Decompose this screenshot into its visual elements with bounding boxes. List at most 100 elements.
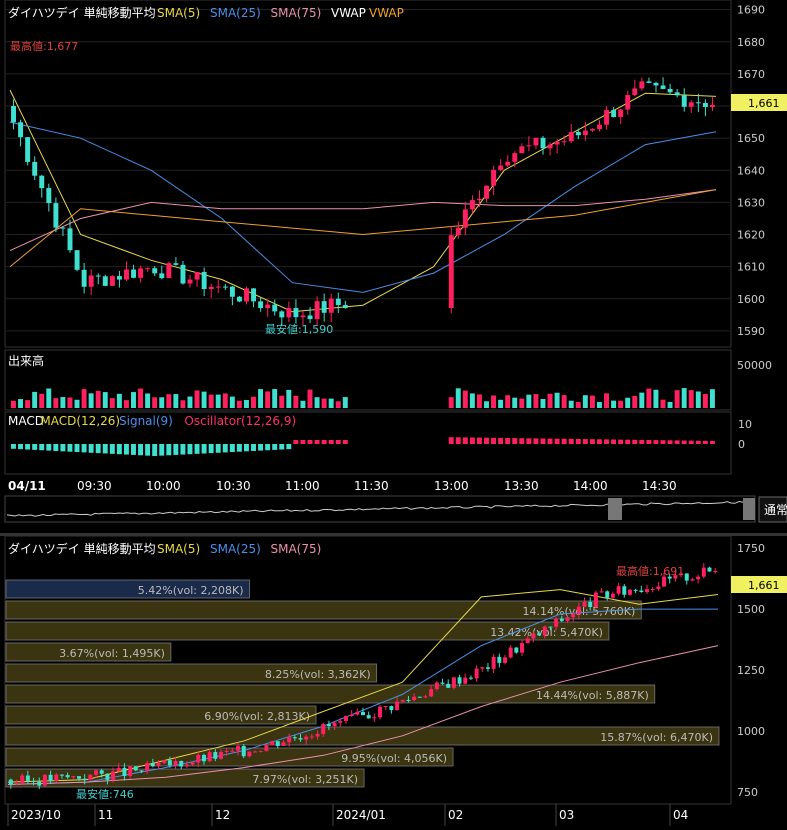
macd-oscillator-bar <box>469 437 475 444</box>
macd-oscillator-bar <box>95 444 101 454</box>
price-tick: 1620 <box>737 229 765 242</box>
macd-oscillator-bar <box>208 444 214 454</box>
volume-bar <box>455 388 461 408</box>
volume-bar <box>335 401 341 408</box>
macd-oscillator-bar <box>568 438 574 444</box>
daily-candle-body <box>417 696 422 698</box>
volume-bar <box>81 389 87 408</box>
navigator-handle-left[interactable] <box>608 498 622 520</box>
daily-candle-body <box>423 696 428 698</box>
volume-bar <box>32 391 38 408</box>
daily-candle-body <box>173 760 178 766</box>
daily-candle-body <box>150 763 155 767</box>
macd-oscillator-bar <box>145 444 151 456</box>
macd-legend-entry: Signal(9) <box>119 414 173 428</box>
volume-bar <box>484 401 489 408</box>
macd-oscillator-bar <box>286 444 292 450</box>
daily-candle-body <box>627 589 632 595</box>
macd-oscillator-bar <box>251 444 256 451</box>
daily-candle-body <box>196 754 201 763</box>
daily-candle-body <box>571 614 576 618</box>
volume-bar <box>667 401 673 408</box>
month-tick: 12 <box>215 808 230 822</box>
volume-profile-label: 15.87%(vol: 6,470K) <box>600 731 713 744</box>
daily-candle-body <box>309 736 314 738</box>
daily-candle-body <box>565 617 570 622</box>
daily-candle-body <box>128 766 133 776</box>
candle-body <box>180 264 186 284</box>
daily-candle-body <box>241 746 246 757</box>
volume-bar <box>109 398 115 408</box>
daily-candle-body <box>332 722 337 727</box>
daily-candle-body <box>582 601 587 607</box>
volume-bar <box>596 401 602 408</box>
volume-bar <box>604 393 609 408</box>
candle-body <box>702 102 708 108</box>
navigator-handle-right[interactable] <box>743 498 755 520</box>
volume-profile-label: 8.25%(vol: 3,362K) <box>265 668 371 681</box>
daily-candle-body <box>485 667 490 669</box>
daily-candle-body <box>224 750 229 752</box>
daily-price-tick: 1750 <box>737 542 765 555</box>
volume-bar <box>173 394 179 408</box>
daily-candle-body <box>593 592 598 608</box>
candle-body <box>455 227 461 236</box>
daily-candle-body <box>690 579 695 581</box>
daily-candle-body <box>82 778 87 780</box>
macd-oscillator-bar <box>138 444 144 456</box>
macd-oscillator-bar <box>265 444 271 451</box>
price-tick: 1610 <box>737 261 765 274</box>
volume-bar <box>695 391 701 408</box>
price-tick: 1590 <box>737 325 765 338</box>
candle-body <box>611 110 617 118</box>
legend-entry: SMA(5) <box>157 6 200 20</box>
volume-bar <box>67 397 73 408</box>
price-tick: 1630 <box>737 196 765 209</box>
candle-body <box>469 200 475 210</box>
candle-body <box>145 268 151 270</box>
volume-bar <box>321 398 327 408</box>
daily-candle-body <box>514 647 519 653</box>
macd-oscillator-bar <box>166 444 172 456</box>
volume-profile-label: 7.97%(vol: 3,251K) <box>252 773 358 786</box>
daily-candle-body <box>236 746 241 751</box>
volume-bar <box>547 393 553 408</box>
daily-candle-body <box>639 590 644 593</box>
candle-body <box>709 104 715 108</box>
daily-candle-body <box>446 683 451 688</box>
candle-body <box>215 286 221 288</box>
macd-tick-10: 10 <box>738 418 752 431</box>
macd-oscillator-bar <box>498 437 504 444</box>
daily-candle-body <box>696 576 701 580</box>
macd-oscillator-bar <box>639 439 645 444</box>
daily-legend-entry: SMA(25) <box>210 542 261 556</box>
price-plot-area <box>4 0 732 348</box>
candle-body <box>18 122 24 138</box>
macd-oscillator-bar <box>18 444 24 450</box>
price-tick: 1650 <box>737 132 765 145</box>
volume-bar <box>702 394 708 408</box>
macd-oscillator-bar <box>604 439 609 444</box>
macd-oscillator-bar <box>258 444 264 451</box>
volume-bar <box>159 397 165 408</box>
volume-bar <box>279 395 285 408</box>
daily-candle-body <box>361 711 365 716</box>
daily-candle-body <box>480 667 485 669</box>
macd-oscillator-bar <box>60 444 66 452</box>
volume-bar <box>208 394 214 408</box>
daily-candle-body <box>633 589 638 591</box>
volume-bar <box>265 391 271 408</box>
daily-candle-body <box>321 724 326 735</box>
daily-candle-body <box>298 738 303 740</box>
volume-bar <box>476 394 482 408</box>
daily-candle-body <box>201 754 206 762</box>
time-tick: 10:30 <box>216 479 251 493</box>
volume-profile-label: 14.44%(vol: 5,887K) <box>536 689 649 702</box>
candle-body <box>448 235 454 308</box>
candle-body <box>173 263 179 265</box>
volume-bar <box>512 397 518 408</box>
daily-candle-body <box>270 741 275 746</box>
candle-body <box>632 88 638 96</box>
daily-candle-body <box>548 626 553 628</box>
candle-body <box>328 298 334 313</box>
